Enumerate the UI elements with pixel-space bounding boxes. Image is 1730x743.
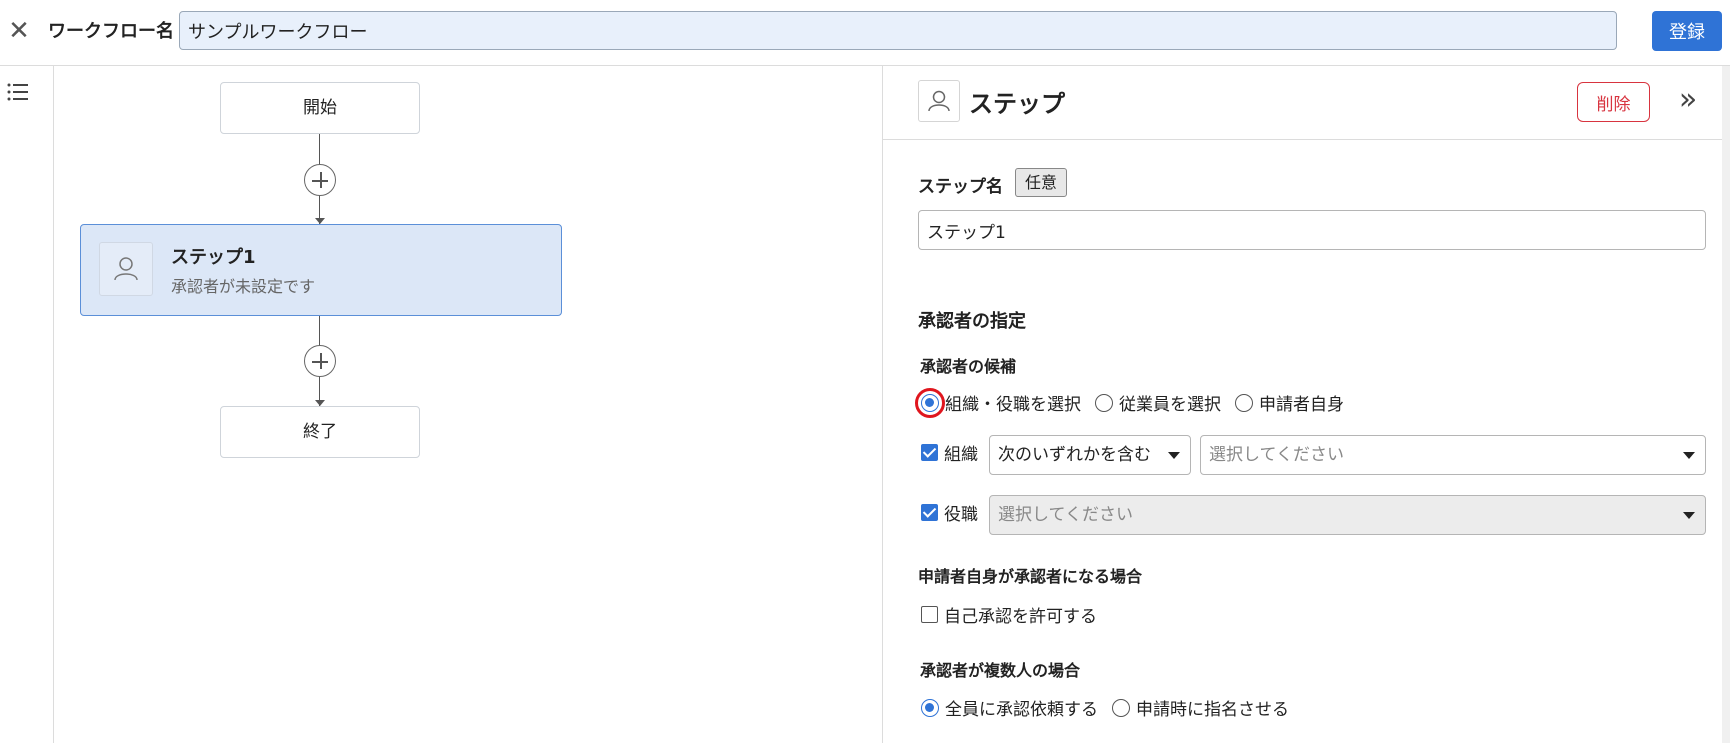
position-select[interactable]: 選択してください	[989, 495, 1706, 535]
select-value: 次のいずれかを含む	[998, 445, 1151, 465]
position-label: 役職	[944, 505, 978, 525]
workflow-canvas: 開始 ステップ1 承認者が未設定です 終了	[54, 66, 882, 743]
end-node[interactable]: 終了	[220, 406, 420, 458]
approver-candidate-options: 組織・役職を選択 従業員を選択 申請者自身	[915, 387, 1358, 418]
double-chevron-right-icon[interactable]: »	[1673, 85, 1703, 118]
radio-employee[interactable]	[1095, 393, 1113, 412]
self-approve-row: 自己承認を許可する	[921, 602, 1097, 627]
approver-spec-heading: 承認者の指定	[918, 311, 1026, 332]
self-approve-checkbox[interactable]	[921, 606, 938, 623]
step-status: 承認者が未設定です	[171, 277, 316, 296]
list-icon[interactable]	[7, 82, 29, 102]
step-settings-panel: ステップ 削除 » ステップ名 任意 承認者の指定 承認者の候補 組織・役職を選…	[882, 66, 1730, 743]
org-label: 組織	[944, 445, 978, 465]
select-placeholder: 選択してください	[998, 505, 1133, 525]
optional-badge: 任意	[1015, 168, 1067, 197]
scrollbar[interactable]	[1722, 66, 1730, 743]
caret-down-icon	[1683, 512, 1695, 519]
org-condition-select[interactable]: 次のいずれかを含む	[989, 435, 1191, 475]
add-step-button[interactable]	[304, 164, 336, 196]
user-icon	[918, 80, 960, 122]
step-name-input[interactable]	[918, 210, 1706, 250]
start-node[interactable]: 開始	[220, 82, 420, 134]
multiple-approvers-options: 全員に承認依頼する 申請時に指名させる	[921, 695, 1303, 720]
add-step-button[interactable]	[304, 345, 336, 377]
position-checkbox[interactable]	[921, 504, 938, 521]
self-approve-label: 自己承認を許可する	[944, 607, 1097, 627]
caret-down-icon	[1168, 452, 1180, 459]
top-bar: ✕ ワークフロー名 登録	[0, 0, 1730, 66]
org-select[interactable]: 選択してください	[1200, 435, 1706, 475]
user-icon	[99, 242, 153, 296]
workflow-name-input[interactable]	[179, 11, 1617, 50]
step-name-label: ステップ名	[918, 177, 1003, 197]
delete-button[interactable]: 削除	[1577, 82, 1650, 122]
org-checkbox[interactable]	[921, 444, 938, 461]
step-title: ステップ1	[171, 247, 256, 268]
left-rail	[0, 66, 54, 743]
radio-nominate-on-apply[interactable]	[1112, 698, 1130, 717]
step-node[interactable]: ステップ1 承認者が未設定です	[80, 224, 562, 316]
close-icon[interactable]: ✕	[4, 16, 34, 46]
workflow-name-label: ワークフロー名	[48, 21, 174, 42]
radio-org-position[interactable]	[915, 387, 945, 418]
radio-label: 全員に承認依頼する	[945, 700, 1098, 720]
self-approver-heading: 申請者自身が承認者になる場合	[918, 567, 1143, 586]
position-row: 役職	[921, 500, 978, 525]
panel-title: ステップ	[969, 90, 1065, 118]
radio-label: 従業員を選択	[1119, 395, 1221, 415]
radio-request-all[interactable]	[921, 698, 939, 717]
register-button[interactable]: 登録	[1652, 11, 1722, 51]
caret-down-icon	[1683, 452, 1695, 459]
select-placeholder: 選択してください	[1209, 445, 1344, 465]
radio-label: 申請時に指名させる	[1136, 700, 1289, 720]
approver-candidates-label: 承認者の候補	[920, 357, 1017, 376]
panel-header: ステップ 削除 »	[883, 66, 1730, 140]
multiple-approvers-heading: 承認者が複数人の場合	[920, 661, 1081, 680]
org-row: 組織	[921, 440, 978, 465]
radio-applicant-self[interactable]	[1235, 393, 1253, 412]
radio-label: 申請者自身	[1259, 395, 1344, 415]
radio-label: 組織・役職を選択	[945, 395, 1081, 415]
